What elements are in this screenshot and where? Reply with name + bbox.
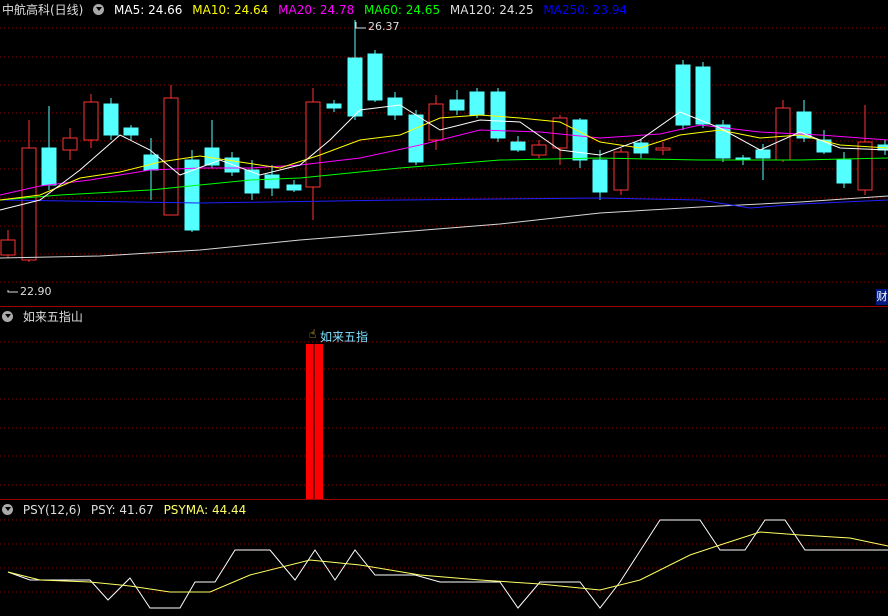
candle-body <box>655 147 671 151</box>
ma250-label: MA250: 23.94 <box>543 3 628 17</box>
indicator-header: 如来五指山 <box>2 308 89 326</box>
high-marker-line <box>355 22 366 29</box>
candle-body <box>83 101 99 141</box>
ma60-label: MA60: 24.65 <box>364 3 441 17</box>
candle-body <box>0 239 16 256</box>
candle-body <box>163 97 179 216</box>
candle-body <box>836 159 852 184</box>
psy-panel[interactable]: PSY(12,6) PSY: 41.67 PSYMA: 44.44 <box>0 500 888 616</box>
candle-body <box>286 184 302 191</box>
indicator-chart <box>0 341 888 499</box>
low-price-label: 22.90 <box>20 285 52 298</box>
candle-body <box>41 147 57 186</box>
psyma-value-label: PSYMA: 44.44 <box>163 503 247 517</box>
candle-body <box>775 107 791 161</box>
indicator-title: 如来五指山 <box>22 310 83 324</box>
psy-title: PSY(12,6) <box>22 503 82 517</box>
candle-body <box>613 151 629 191</box>
ma20-label: MA20: 24.78 <box>278 3 355 17</box>
candle-body <box>264 174 280 189</box>
indicator-panel[interactable]: 如来五指山 ☝ 如来五指 <box>0 307 888 500</box>
candle-body <box>103 103 119 136</box>
psy-value-label: PSY: 41.67 <box>90 503 154 517</box>
candle-body <box>449 99 465 111</box>
high-price-label: 26.37 <box>368 20 400 33</box>
ma60-line <box>0 157 888 201</box>
candle-body <box>510 141 526 151</box>
ma5-label: MA5: 24.66 <box>114 3 183 17</box>
candle-body <box>469 91 485 116</box>
ma120-label: MA120: 24.25 <box>449 3 534 17</box>
ma5-line <box>0 104 888 211</box>
candle-body <box>305 101 321 188</box>
signal-label: 如来五指 <box>320 330 369 344</box>
candle-body <box>695 66 711 125</box>
ma250-line <box>0 197 888 209</box>
psyma-line <box>7 531 888 593</box>
candle-body <box>143 154 159 171</box>
candle-body <box>367 53 383 101</box>
candle-body <box>592 159 608 193</box>
price-header: 中航高科(日线) MA5: 24.66 MA10: 24.64 MA20: 24… <box>2 1 633 19</box>
price-panel[interactable]: 中航高科(日线) MA5: 24.66 MA10: 24.64 MA20: 24… <box>0 0 888 307</box>
dropdown-circle-icon[interactable] <box>2 311 13 322</box>
candle-body <box>204 147 220 166</box>
candle-body <box>326 103 342 109</box>
candle-body <box>408 114 424 163</box>
dropdown-circle-icon[interactable] <box>93 4 105 15</box>
candlestick-chart[interactable] <box>0 0 888 306</box>
candle-body <box>675 64 691 126</box>
finance-badge[interactable]: 财 <box>876 289 888 305</box>
ma120-line <box>0 195 888 259</box>
candle-body <box>531 144 547 156</box>
candle-body <box>123 127 139 136</box>
candle-body <box>62 137 78 151</box>
psy-header: PSY(12,6) PSY: 41.67 PSYMA: 44.44 <box>2 501 252 519</box>
candle-body <box>572 119 588 161</box>
candle-body <box>755 149 771 159</box>
stock-title: 中航高科(日线) <box>2 3 84 17</box>
candle-body <box>347 57 363 117</box>
dropdown-circle-icon[interactable] <box>2 504 13 515</box>
hand-pointer-icon: ☝ <box>309 327 317 341</box>
low-marker-line <box>7 290 18 293</box>
ma10-label: MA10: 24.64 <box>192 3 269 17</box>
